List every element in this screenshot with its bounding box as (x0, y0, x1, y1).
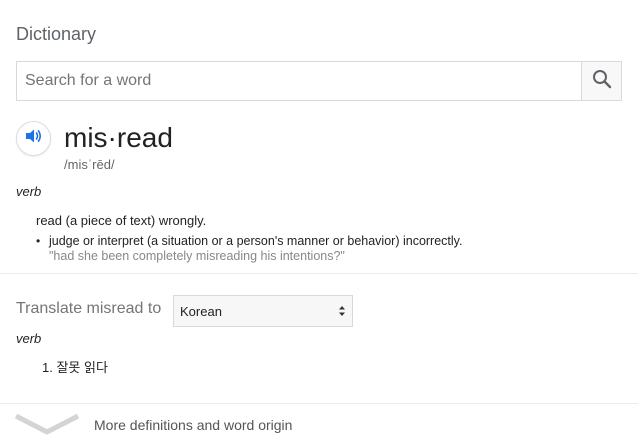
language-select-value: Korean (180, 303, 222, 319)
search-input[interactable] (17, 62, 582, 100)
chevron-down-icon (14, 412, 80, 441)
bullet: • (36, 234, 41, 248)
example-sentence: "had she been completely misreading his … (49, 249, 345, 263)
updown-arrows-icon (338, 305, 346, 317)
definition: read (a piece of text) wrongly. (36, 213, 207, 228)
translation-part-of-speech: verb (16, 331, 42, 346)
dictionary-title: Dictionary (16, 24, 97, 44)
search-icon (592, 69, 612, 94)
search-box (16, 61, 622, 101)
more-definitions-label: More definitions and word origin (94, 417, 293, 433)
translate-label: Translate misread to (16, 300, 162, 317)
phonetic: /misˈrēd/ (64, 157, 115, 172)
translation-item: 1. 잘못 읽다 (42, 360, 108, 375)
headword: mis·read (64, 122, 173, 153)
search-button[interactable] (581, 62, 621, 100)
dictionary-card: Dictionary mis·read /misˈrēd/ verb read … (0, 0, 638, 444)
sub-definition: judge or interpret (a situation or a per… (49, 234, 463, 248)
divider (0, 273, 638, 274)
part-of-speech: verb (16, 184, 42, 199)
speaker-icon (25, 128, 43, 149)
pronounce-button[interactable] (16, 121, 51, 156)
more-definitions-button[interactable]: More definitions and word origin (0, 404, 638, 444)
language-select[interactable]: Korean (173, 295, 353, 327)
